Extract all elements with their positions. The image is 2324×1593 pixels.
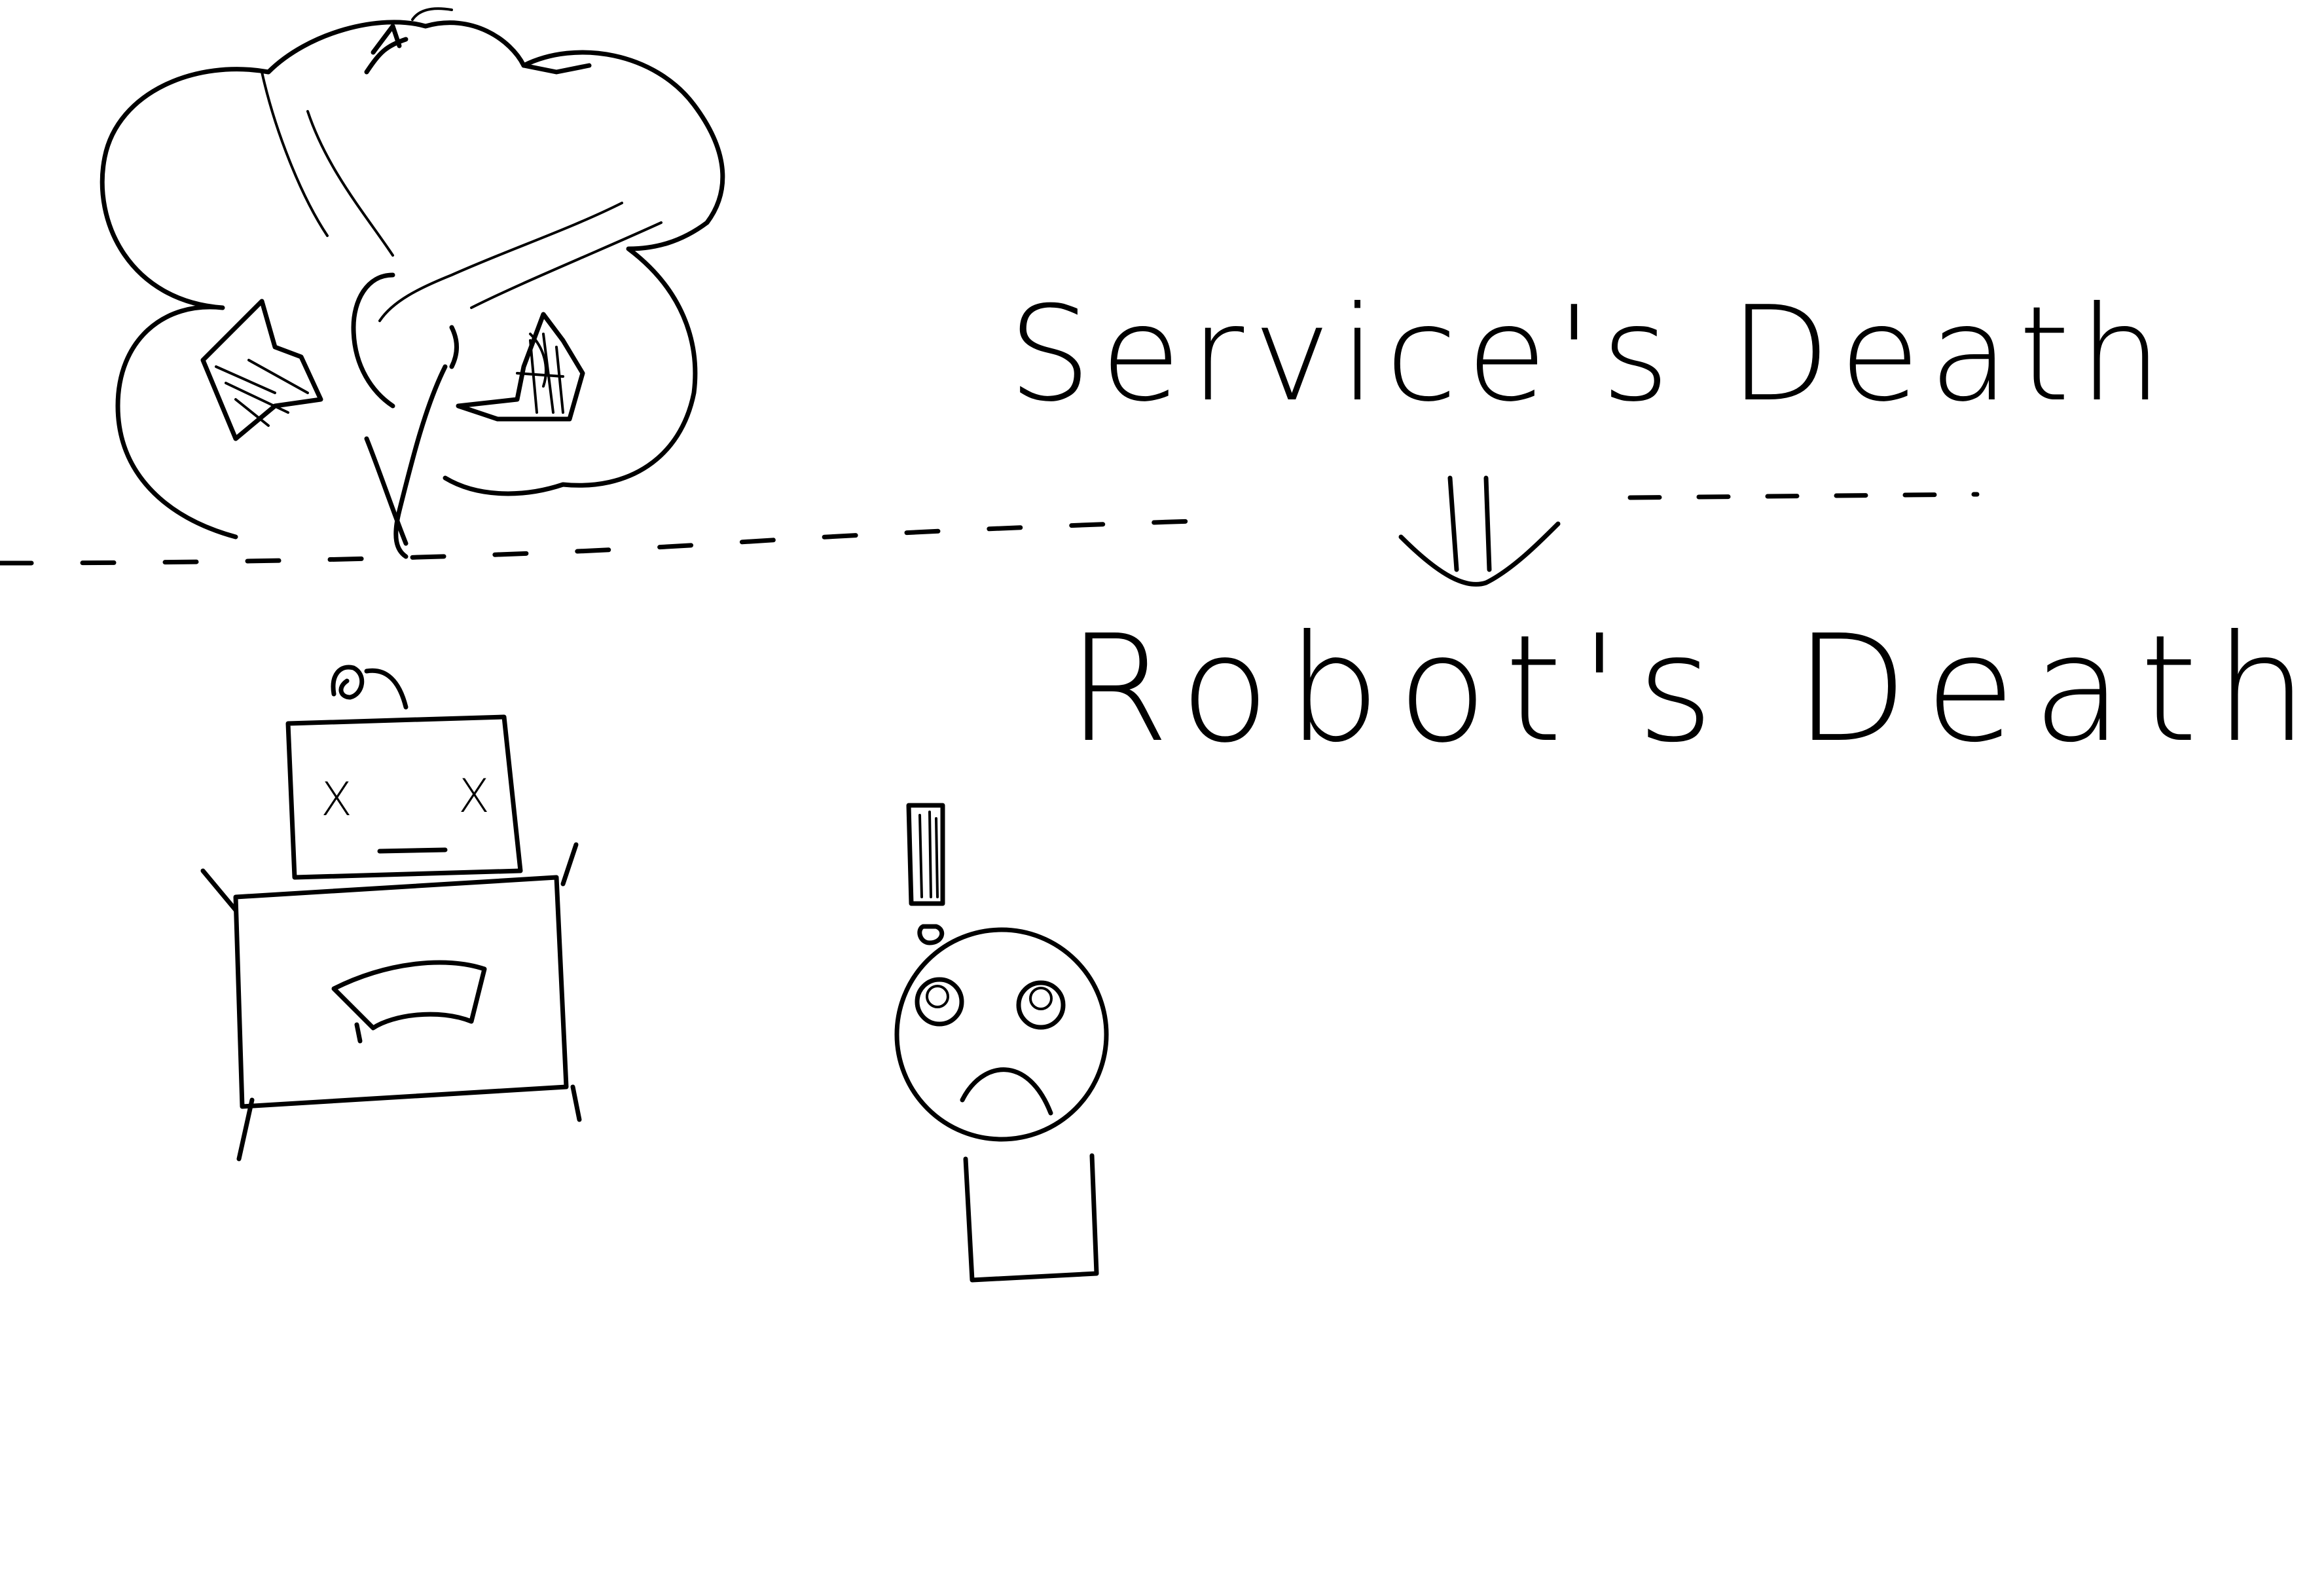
robot-death-label: Robot's Death [1067,604,2324,775]
sketch-canvas: Service's Death Robot's Death X X [0,7,2324,1283]
surprised-person-icon [894,927,1109,1283]
broken-robot-icon: X X [200,665,582,1162]
service-death-label: Service's Death [1008,278,2171,431]
exclamation-mark-icon [906,803,945,945]
robot-left-eye: X [321,773,352,826]
double-down-arrow-icon [1398,475,1561,587]
divider-dashed-line [0,492,1980,566]
robot-right-eye: X [458,769,490,823]
explosion-cloud-icon [100,7,725,559]
